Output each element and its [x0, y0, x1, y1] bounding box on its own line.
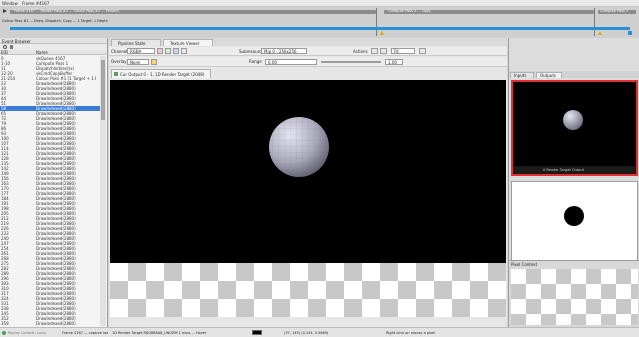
event-eid: 359: [1, 321, 9, 326]
coords-text: (37, 145) (0.144, 0.5669): [284, 331, 329, 335]
timeline-row1-label: Frame 4167 ... Render Pass #1 ... Colour…: [14, 9, 119, 13]
thumb1-caption: 0 Render Target Output: [543, 168, 585, 172]
texture-toolbar-2: Overlay None Range 0.00 1.00: [109, 57, 507, 67]
tab-inputs[interactable]: Inputs: [510, 72, 534, 78]
subresource-select[interactable]: Mip 0 - 256x256: [261, 48, 307, 54]
flip-y-button[interactable]: [419, 48, 426, 54]
range-min-value: 0.00: [268, 60, 277, 65]
tab-pipeline-state[interactable]: Pipeline State: [111, 39, 161, 46]
event-browser-header: EID Name: [0, 50, 107, 55]
warning-icon[interactable]: [598, 31, 602, 35]
overlay-label: Overlay: [111, 59, 127, 64]
hover-color-swatch: [252, 330, 262, 335]
timeline-row3-label: Compute Pass 3: [600, 9, 629, 13]
event-browser-panel: Event Browser EID Name 0 vkQueue 4167 1-10…: [0, 38, 108, 327]
pixel-context-title: Pixel Context: [511, 262, 538, 267]
tab-bar: Pipeline State Texture Viewer: [109, 38, 507, 46]
header-eid[interactable]: EID: [1, 50, 8, 55]
menu-window[interactable]: Window: [2, 1, 18, 6]
timeline-bar[interactable]: Frame 4167 ... Render Pass #1 ... Colour…: [0, 7, 639, 38]
tab-outputs[interactable]: Outputs: [536, 72, 562, 78]
menu-bar: Window Frame #4167: [0, 0, 639, 7]
tab-pipeline-state-label: Pipeline State: [118, 41, 146, 46]
range-max-field[interactable]: 1.00: [385, 59, 403, 65]
replay-context-text: Replay Context: Local: [8, 331, 47, 335]
event-row[interactable]: 359 DrawIndexed(2880): [0, 321, 100, 326]
goto-location-button[interactable]: [380, 48, 387, 54]
zoom-value: Fit: [394, 49, 399, 54]
red-channel-button[interactable]: [157, 48, 163, 54]
right-tab-bar: Inputs Outputs: [509, 71, 639, 78]
tab-texture-viewer[interactable]: Texture Viewer: [163, 39, 213, 46]
thumbnails-panel: Inputs Outputs 0 Render Target Output De…: [508, 38, 639, 327]
thumbnail-render-target[interactable]: 0 Render Target Output: [511, 80, 638, 176]
pixel-context-preview[interactable]: [511, 269, 638, 325]
range-max-value: 1.00: [388, 60, 397, 65]
event-name: DrawIndexed(2880): [36, 321, 76, 326]
find-icon[interactable]: [3, 45, 7, 49]
actions-label: Actions: [353, 49, 368, 54]
channels-select[interactable]: RGBA: [127, 48, 155, 54]
play-icon[interactable]: [3, 9, 7, 13]
blue-channel-button[interactable]: [173, 48, 179, 54]
warning-icon[interactable]: [380, 31, 384, 35]
overlay-value: None: [130, 60, 141, 65]
tab-texture-viewer-label: Texture Viewer: [170, 41, 200, 46]
timeline-divider-1: [376, 8, 377, 36]
depth-sphere: [564, 206, 584, 226]
checkerboard-background: [110, 263, 506, 317]
timeline-row2-label: Compute Pass 2 ... Copy: [388, 9, 431, 13]
frame-label: Frame #4167: [22, 1, 50, 6]
range-label: Range: [249, 59, 262, 64]
timeline-row4-label: Colour Pass #1 ... Draw, Dispatch, Copy …: [2, 19, 108, 23]
subresource-value: Mip 0 - 256x256: [264, 49, 297, 54]
hint-text: Right click on mouse a pixel: [386, 331, 436, 335]
timeline-event-bar[interactable]: [10, 27, 630, 30]
save-texture-button[interactable]: [371, 48, 378, 54]
overlay-select[interactable]: None: [127, 59, 149, 65]
channels-value: RGBA: [130, 49, 142, 54]
thumbnail-sphere: [563, 110, 583, 130]
alpha-channel-button[interactable]: [181, 48, 187, 54]
timeline-divider-2: [594, 8, 595, 36]
texture-icon: [114, 72, 118, 76]
green-channel-button[interactable]: [165, 48, 171, 54]
range-slider[interactable]: [321, 61, 381, 63]
status-bar: Replay Context: Local Frame 4167 — captu…: [0, 327, 639, 337]
capture-info-text: Frame 4167 — capture loaded: [62, 331, 108, 335]
range-min-field[interactable]: 0.00: [265, 59, 317, 65]
viewport-tab-label: Cur Output 0 - 1, 1D Render Target (2048…: [120, 72, 205, 77]
tab-outputs-label: Outputs: [540, 73, 556, 78]
bookmark-icon[interactable]: [10, 45, 13, 49]
pixel-context-panel: Pixel Context: [509, 260, 639, 327]
overlay-color-button[interactable]: [151, 59, 157, 65]
texture-toolbar-1: Channels RGBA Subresource Mip 0 - 256x25…: [109, 47, 507, 56]
marker-icon[interactable]: [628, 31, 632, 35]
texture-viewport[interactable]: [110, 80, 506, 263]
viewport-tab[interactable]: Cur Output 0 - 1, 1D Render Target (2048…: [111, 69, 211, 78]
scrollbar-thumb[interactable]: [101, 60, 105, 120]
thumb1-caption-bar: 0 Render Target Output: [513, 166, 636, 174]
tab-inputs-label: Inputs: [514, 73, 527, 78]
event-list-scrollbar[interactable]: [100, 56, 106, 326]
event-list: 0 vkQueue 4167 1-10 Compute Pass 1 11 Dispatc…: [0, 56, 100, 327]
zoom-select[interactable]: Fit: [391, 48, 415, 54]
viewport-status-text: 1D Render Target R8G8B8A8_UNORM 1 mips .…: [112, 331, 207, 335]
replay-context-icon: [2, 331, 6, 335]
rendered-sphere: [269, 117, 329, 177]
header-name[interactable]: Name: [36, 50, 48, 55]
